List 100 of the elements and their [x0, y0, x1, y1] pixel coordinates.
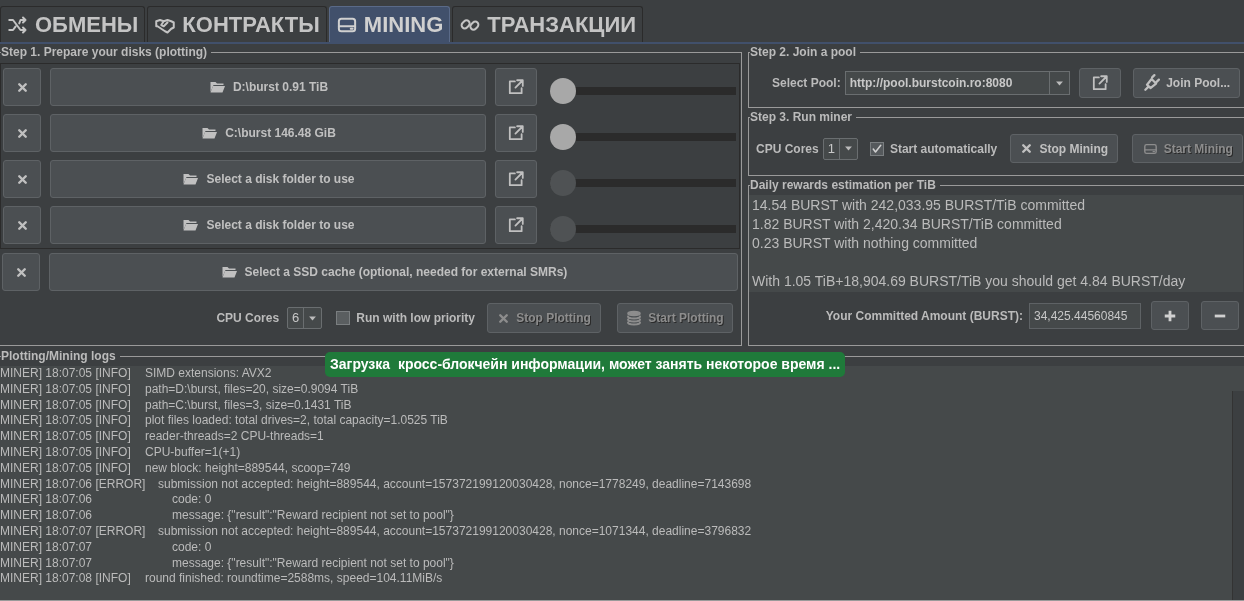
- caret-icon: [842, 143, 854, 154]
- open-button[interactable]: [1078, 68, 1121, 98]
- log-prefix: MINER] 18:07:05 [INFO]: [0, 445, 132, 461]
- group-title: Step 3. Run miner: [750, 109, 857, 125]
- select-pool-label: Select Pool:: [772, 75, 841, 92]
- external-link-icon: [507, 170, 525, 188]
- checkbox-label: Start automatically: [889, 140, 998, 158]
- close-icon: [1020, 142, 1034, 155]
- committed-amount-field[interactable]: 34,425.44560845: [1029, 302, 1141, 329]
- checkbox[interactable]: [869, 141, 884, 156]
- close-icon: [14, 265, 28, 279]
- tab[interactable]: КОНТРАКТЫ: [147, 6, 327, 42]
- remove-button[interactable]: [3, 68, 41, 106]
- plus-icon: [1163, 308, 1177, 323]
- log-prefix: MINER] 18:07:05 [INFO]: [0, 366, 132, 382]
- shuffle-icon: [7, 14, 29, 35]
- tab[interactable]: ТРАНЗАКЦИИ: [452, 6, 643, 42]
- log-prefix: MINER] 18:07:07 [ERROR]: [0, 523, 147, 540]
- tab[interactable]: ОБМЕНЫ: [0, 6, 146, 42]
- close-icon: [15, 126, 29, 140]
- join-pool-button[interactable]: Join Pool...: [1132, 68, 1240, 98]
- folder-button[interactable]: C:\burst 146.48 GiB: [50, 114, 486, 152]
- log-message: reader-threads=2 CPU-threads=1: [145, 429, 324, 445]
- database-icon: [626, 309, 643, 327]
- log-message: CPU-buffer=1(+1): [145, 445, 241, 461]
- log-prefix: MINER] 18:07:05 [INFO]: [0, 460, 132, 477]
- external-link-icon: [507, 216, 525, 234]
- open-button[interactable]: [495, 206, 537, 244]
- check-icon: [870, 142, 883, 155]
- log-message: path=D:\burst, files=20, size=0.9094 TiB: [145, 381, 359, 398]
- log-message: submission not accepted: height=889544, account=157372199120030428, nonce=1071344, deadline=3796832: [158, 523, 752, 540]
- log-prefix: MINER] 18:07:05 [INFO]: [0, 397, 132, 414]
- reward-line: With 1.05 TiB+18,904.69 BURST/TiB you should get 4.84 BURST/day: [752, 272, 1187, 291]
- log-message: new block: height=889544, scoop=749: [145, 460, 351, 477]
- folder-icon: [219, 264, 239, 280]
- ssd-cache-button[interactable]: Select a SSD cache (optional, needed for external SMRs): [49, 253, 738, 291]
- slider-thumb[interactable]: [550, 170, 576, 196]
- remove-button[interactable]: [3, 160, 41, 198]
- open-button[interactable]: [495, 160, 537, 198]
- scrollbar[interactable]: [1232, 391, 1244, 600]
- log-message: code: 0: [172, 539, 212, 556]
- log-message: SIMD extensions: AVX2: [145, 366, 272, 382]
- group-title: Step 2. Join a pool: [750, 44, 860, 60]
- reward-line: 1.82 BURST with 2,420.34 BURST/TiB committed: [752, 215, 1063, 234]
- close-icon: [15, 80, 29, 94]
- log-message: message: {"result":"Reward recipient not set to pool"}: [172, 555, 454, 572]
- log-prefix: MINER] 18:07:06: [0, 492, 94, 509]
- folder-icon: [200, 125, 220, 141]
- cpu-cores-dropdown[interactable]: 1: [822, 137, 858, 160]
- close-icon: [497, 311, 511, 325]
- log-message: submission not accepted: height=889544, account=157372199120030428, nonce=1778249, deadline=7143698: [158, 476, 752, 493]
- plug-icon: [1142, 74, 1161, 92]
- log-prefix: MINER] 18:07:05 [INFO]: [0, 381, 132, 398]
- folder-button[interactable]: Select a disk folder to use: [50, 206, 486, 244]
- reward-line: 0.23 BURST with nothing committed: [752, 234, 979, 253]
- checkbox[interactable]: [336, 311, 351, 325]
- decrease-button[interactable]: [1201, 301, 1239, 330]
- tab[interactable]: MINING: [328, 6, 451, 42]
- log-message: message: {"result":"Reward recipient not set to pool"}: [172, 508, 454, 524]
- stop-mining-button[interactable]: Stop Mining: [1010, 134, 1119, 163]
- committed-amount-label: Your Committed Amount (BURST):: [825, 307, 1023, 325]
- reward-line: 14.54 BURST with 242,033.95 BURST/TiB committed: [752, 196, 1087, 215]
- loading-toast: Загрузка кросс-блокчейн информации, может занять некоторое время ...: [325, 352, 846, 377]
- log-message: code: 0: [172, 492, 212, 509]
- log-message: plot files loaded: total drives=2, total capacity=1.0525 TiB: [145, 413, 448, 430]
- slider-thumb[interactable]: [550, 216, 576, 242]
- remove-button[interactable]: [2, 253, 40, 291]
- log-prefix: MINER] 18:07:05 [INFO]: [0, 429, 132, 445]
- drive-icon: [1142, 141, 1158, 156]
- group-title: Step 1. Prepare your disks (plotting): [1, 44, 212, 60]
- log-prefix: MINER] 18:07:07: [0, 555, 94, 572]
- folder-icon: [181, 217, 201, 233]
- open-button[interactable]: [495, 114, 537, 152]
- remove-button[interactable]: [3, 206, 41, 244]
- log-prefix: MINER] 18:07:05 [INFO]: [0, 413, 132, 430]
- increase-button[interactable]: [1151, 301, 1189, 330]
- pool-dropdown[interactable]: http://pool.burstcoin.ro:8080: [844, 71, 1070, 95]
- external-link-icon: [507, 78, 525, 96]
- open-button[interactable]: [495, 68, 537, 106]
- folder-icon: [181, 171, 201, 187]
- folder-button[interactable]: D:\burst 0.91 TiB: [50, 68, 486, 106]
- log-prefix: MINER] 18:07:06: [0, 508, 94, 524]
- folder-button[interactable]: Select a disk folder to use: [50, 160, 486, 198]
- checkbox-label: Run with low priority: [356, 310, 475, 327]
- log-message: path=C:\burst, files=3, size=0.1431 TiB: [145, 397, 352, 414]
- cpu-cores-dropdown[interactable]: 6: [287, 307, 323, 329]
- folder-icon: [207, 79, 227, 95]
- group-title: Daily rewards estimation per TiB: [750, 177, 940, 193]
- cpu-cores-label: CPU Cores: [216, 310, 280, 327]
- close-icon: [15, 218, 29, 232]
- log-prefix: MINER] 18:07:07: [0, 539, 94, 556]
- group-title: Plotting/Mining logs: [1, 348, 120, 364]
- slider-thumb[interactable]: [550, 78, 576, 104]
- external-link-icon: [1090, 74, 1109, 92]
- remove-button[interactable]: [3, 114, 41, 152]
- close-icon: [15, 172, 29, 186]
- log-prefix: MINER] 18:07:06 [ERROR]: [0, 476, 147, 493]
- log-prefix: MINER] 18:07:08 [INFO]: [0, 571, 132, 588]
- cpu-cores-label: CPU Cores: [756, 140, 819, 158]
- slider-thumb[interactable]: [550, 124, 576, 150]
